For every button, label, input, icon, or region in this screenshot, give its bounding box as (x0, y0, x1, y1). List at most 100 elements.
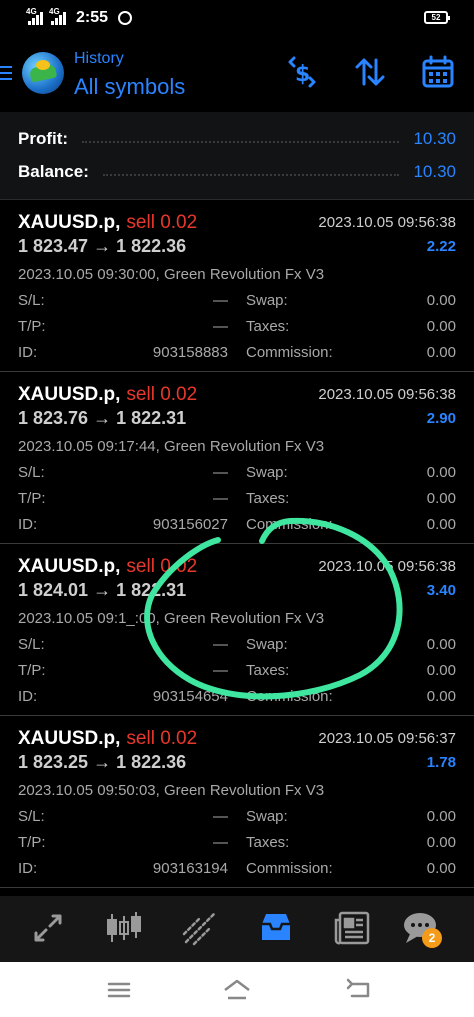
tp-value: — (213, 318, 228, 335)
trade-type: sell 0.02 (126, 556, 198, 577)
tp-label: T/P: (18, 490, 46, 507)
taxes-value: 0.00 (426, 490, 456, 507)
system-nav-bar (0, 962, 474, 1017)
trade-details: S/L: — Swap: 0.00 T/P: — Taxes: 0.00 ID: 903156… (18, 464, 456, 542)
id-value: 903163194 (152, 860, 228, 877)
trade-prices: 1 824.01 → 1 822.31 (18, 580, 187, 600)
trade-close-time: 2023.10.05 09:56:37 (318, 730, 456, 747)
profit-label: Profit: (18, 129, 69, 148)
balance-row: Balance: 10.30 (18, 157, 456, 187)
trade-profit: 2.90 (426, 410, 456, 427)
trade-symbol: XAUUSD.p, sell 0.02 (18, 728, 198, 749)
profit-value: 10.30 (413, 129, 456, 148)
id-label: ID: (18, 344, 38, 361)
trade-card[interactable]: XAUUSD.p, sell 0.02 2023.10.05 09:56:38 1… (0, 544, 474, 716)
commission-value: 0.00 (426, 516, 456, 533)
commission-label: Commission: (246, 344, 333, 361)
news-icon[interactable] (332, 910, 372, 946)
trade-close-time: 2023.10.05 09:56:38 (318, 386, 456, 403)
dotted-leader (82, 141, 400, 143)
trade-details: S/L: — Swap: 0.00 T/P: — Taxes: 0.00 ID: 903154… (18, 636, 456, 714)
trade-card[interactable]: XAUUSD.p, sell 0.02 2023.10.05 09:56:38 1… (0, 200, 474, 372)
commission-value: 0.00 (426, 344, 456, 361)
app-logo (22, 52, 64, 94)
swap-value: 0.00 (426, 808, 456, 825)
trade-type: sell 0.02 (126, 384, 198, 405)
history-icon[interactable] (256, 910, 296, 946)
trade-open-info: 2023.10.05 09:30:00, Green Revolution Fx… (18, 266, 325, 283)
svg-text:$: $ (295, 62, 310, 87)
swap-label: Swap: (246, 464, 288, 481)
trade-card[interactable]: XAUUSD.p, sell 0.02 2023.10.05 09:56:37 1… (0, 716, 474, 888)
quotes-icon[interactable] (28, 910, 68, 946)
sl-label: S/L: (18, 292, 45, 309)
tp-label: T/P: (18, 662, 46, 679)
swap-value: 0.00 (426, 292, 456, 309)
back-icon[interactable] (344, 978, 374, 1002)
commission-value: 0.00 (426, 688, 456, 705)
calendar-icon[interactable] (420, 54, 456, 90)
taxes-label: Taxes: (246, 834, 290, 851)
signal-icon: 4G (26, 7, 43, 25)
chart-icon[interactable] (104, 910, 144, 946)
trade-profit: 2.22 (426, 238, 456, 255)
sl-label: S/L: (18, 808, 45, 825)
tp-label: T/P: (18, 318, 46, 335)
signal-icon-2: 4G (49, 7, 66, 25)
taxes-label: Taxes: (246, 318, 290, 335)
taxes-value: 0.00 (426, 318, 456, 335)
id-label: ID: (18, 688, 38, 705)
summary-panel: Profit: 10.30 Balance: 10.30 (0, 112, 474, 200)
header-title[interactable]: All symbols (74, 74, 185, 100)
trade-prices: 1 823.25 → 1 822.36 (18, 752, 187, 772)
status-bar: 4G 4G 2:55 52 (0, 0, 474, 36)
trade-card[interactable]: XAUUSD.p, sell 0.02 2023.10.05 09:56:38 1… (0, 372, 474, 544)
currency-exchange-icon[interactable]: $ (284, 54, 320, 90)
header-subtitle: History (74, 50, 124, 67)
messages-icon[interactable]: 2 (400, 910, 442, 948)
recent-apps-icon[interactable] (104, 978, 134, 1002)
network-type-2: 4G (49, 7, 60, 16)
trade-open-info: 2023.10.05 09:17:44, Green Revolution Fx… (18, 438, 325, 455)
commission-value: 0.00 (426, 860, 456, 877)
trade-icon[interactable] (180, 910, 220, 946)
trade-details: S/L: — Swap: 0.00 T/P: — Taxes: 0.00 ID: 903163… (18, 808, 456, 886)
tp-value: — (213, 662, 228, 679)
trade-details: S/L: — Swap: 0.00 T/P: — Taxes: 0.00 ID: 903158… (18, 292, 456, 370)
dotted-leader (102, 174, 400, 176)
id-value: 903156027 (152, 516, 228, 533)
trade-symbol: XAUUSD.p, sell 0.02 (18, 556, 198, 577)
trade-prices: 1 823.76 → 1 822.31 (18, 408, 187, 428)
bottom-nav: 2 (0, 896, 474, 962)
trade-symbol: XAUUSD.p, sell 0.02 (18, 212, 198, 233)
tp-value: — (213, 834, 228, 851)
commission-label: Commission: (246, 860, 333, 877)
id-label: ID: (18, 860, 38, 877)
trade-profit: 3.40 (426, 582, 456, 599)
trade-prices: 1 823.47 → 1 822.36 (18, 236, 187, 256)
tp-value: — (213, 490, 228, 507)
trades-list: XAUUSD.p, sell 0.02 2023.10.05 09:56:38 1… (0, 200, 474, 896)
home-icon[interactable] (222, 978, 252, 1002)
sl-value: — (213, 808, 228, 825)
menu-icon[interactable] (0, 66, 14, 82)
trade-symbol: XAUUSD.p, sell 0.02 (18, 384, 198, 405)
trade-profit: 1.78 (426, 754, 456, 771)
status-time: 2:55 (76, 9, 109, 26)
sl-value: — (213, 464, 228, 481)
sl-label: S/L: (18, 464, 45, 481)
battery-icon: 52 (424, 11, 450, 24)
trade-type: sell 0.02 (126, 212, 198, 233)
profit-row: Profit: 10.30 (18, 124, 456, 154)
sl-value: — (213, 292, 228, 309)
sort-icon[interactable] (352, 54, 388, 90)
whatsapp-icon (118, 11, 133, 25)
network-type-1: 4G (26, 7, 37, 16)
app-header: History All symbols $ (0, 36, 474, 112)
taxes-value: 0.00 (426, 662, 456, 679)
trade-type: sell 0.02 (126, 728, 198, 749)
trade-open-info: 2023.10.05 09:50:03, Green Revolution Fx… (18, 782, 325, 799)
swap-value: 0.00 (426, 464, 456, 481)
balance-label: Balance: (18, 162, 89, 181)
id-value: 903158883 (152, 344, 228, 361)
